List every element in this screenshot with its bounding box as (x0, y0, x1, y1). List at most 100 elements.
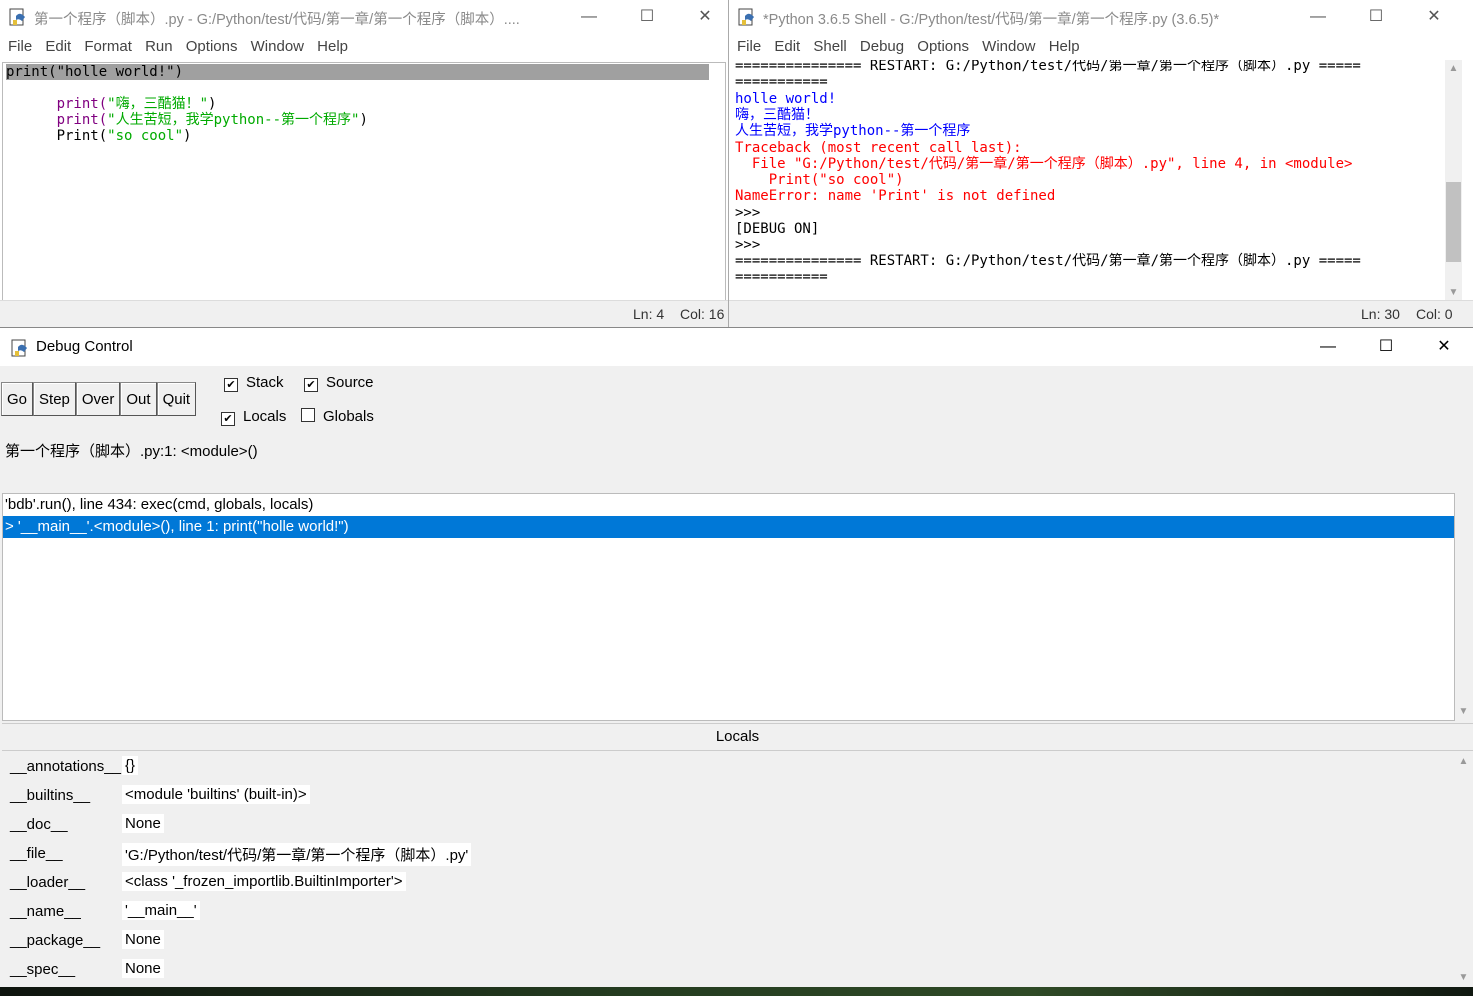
locals-row: __doc__ None (2, 811, 1452, 840)
local-value[interactable]: None (122, 959, 164, 978)
checkmark-icon: ✔ (224, 378, 238, 392)
python-idle-icon (11, 339, 27, 357)
locals-scrollbar[interactable]: ▲ ▼ (1455, 751, 1472, 988)
local-value[interactable]: 'G:/Python/test/代码/第一章/第一个程序（脚本）.py' (122, 843, 472, 866)
local-value[interactable]: None (122, 930, 164, 949)
debug-title: Debug Control (36, 338, 133, 355)
close-icon[interactable]: ✕ (676, 0, 734, 34)
shell-stdout-line: 人生苦短，我学python--第一个程序 (735, 123, 971, 139)
debug-titlebar[interactable]: Debug Control — ☐ ✕ (0, 328, 1473, 366)
shell-rule-line: =========== (735, 74, 828, 90)
local-value[interactable]: '__main__' (122, 901, 200, 920)
menu-options[interactable]: Options (909, 34, 969, 55)
menu-run[interactable]: Run (137, 34, 173, 55)
minimize-icon[interactable]: — (1289, 0, 1347, 34)
stack-frame[interactable]: 'bdb'.run(), line 434: exec(cmd, globals… (3, 494, 1454, 516)
stack-listbox[interactable]: 'bdb'.run(), line 434: exec(cmd, globals… (2, 493, 1455, 721)
editor-window: 第一个程序（脚本）.py - G:/Python/test/代码/第一章/第一个… (0, 0, 729, 327)
stack-scrollbar[interactable]: ▼ (1455, 493, 1472, 721)
local-value[interactable]: <module 'builtins' (built-in)> (122, 785, 310, 804)
close-icon[interactable]: ✕ (1405, 0, 1463, 34)
shell-restart-line: =============== RESTART: G:/Python/test/… (735, 60, 1361, 74)
menu-format[interactable]: Format (76, 34, 132, 55)
shell-rule-line: =========== (735, 269, 828, 285)
menu-edit[interactable]: Edit (37, 34, 71, 55)
line-indicator: Ln: 4 (633, 306, 665, 322)
editor-title: 第一个程序（脚本）.py - G:/Python/test/代码/第一章/第一个… (34, 12, 520, 28)
col-indicator: Col: 0 (1416, 306, 1453, 322)
shell-traceback-line: Traceback (most recent call last): (735, 140, 1022, 156)
shell-traceback-line: Print("so cool") (735, 172, 904, 188)
local-name: __spec__ (10, 961, 76, 978)
shell-traceback-line: File "G:/Python/test/代码/第一章/第一个程序（脚本）.py… (735, 156, 1353, 172)
maximize-icon[interactable]: ☐ (1357, 328, 1415, 366)
menu-options[interactable]: Options (178, 34, 238, 55)
scroll-down-icon[interactable]: ▼ (1455, 969, 1472, 986)
minimize-icon[interactable]: — (560, 0, 618, 34)
step-button[interactable]: Step (33, 382, 76, 416)
local-name: __loader__ (10, 874, 86, 891)
scroll-up-icon[interactable]: ▲ (1445, 60, 1462, 77)
shell-statusbar: Ln: 30 Col: 0 (729, 300, 1473, 327)
desktop-background (0, 987, 1473, 996)
globals-checkbox[interactable]: Globals (301, 408, 374, 425)
menu-help[interactable]: Help (1041, 34, 1080, 55)
menu-file[interactable]: File (729, 34, 761, 55)
stack-checkbox[interactable]: ✔ Stack (224, 374, 284, 392)
shell-menubar: File Edit Shell Debug Options Window Hel… (729, 34, 1473, 60)
over-button[interactable]: Over (75, 382, 121, 416)
local-value[interactable]: {} (122, 756, 139, 775)
local-name: __file__ (10, 845, 63, 862)
scroll-thumb[interactable] (1446, 182, 1461, 262)
stack-frame-selected[interactable]: > '__main__'.<module>(), line 1: print("… (3, 516, 1454, 538)
code-string: "so cool" (107, 128, 184, 145)
shell-prompt: >>> (735, 237, 761, 253)
maximize-icon[interactable]: ☐ (1347, 0, 1405, 34)
shell-window: *Python 3.6.5 Shell - G:/Python/test/代码/… (729, 0, 1473, 327)
globals-checkbox-label: Globals (323, 408, 374, 425)
shell-stdout-line: holle world! (735, 91, 837, 107)
editor-text-area[interactable]: print("holle world!") print("嗨，三酷猫！") pr… (2, 62, 726, 303)
debug-status-text: 第一个程序（脚本）.py:1: <module>() (5, 443, 258, 460)
close-icon[interactable]: ✕ (1415, 328, 1473, 366)
scroll-down-icon[interactable]: ▼ (1455, 703, 1472, 720)
menu-help[interactable]: Help (309, 34, 348, 55)
maximize-icon[interactable]: ☐ (618, 0, 676, 34)
code-name: Print( (56, 128, 108, 145)
menu-shell[interactable]: Shell (805, 34, 846, 55)
shell-restart-line: =============== RESTART: G:/Python/test/… (735, 253, 1361, 269)
editor-titlebar[interactable]: 第一个程序（脚本）.py - G:/Python/test/代码/第一章/第一个… (0, 0, 728, 34)
local-name: __annotations__ (10, 758, 121, 775)
locals-row: __loader__ <class '_frozen_importlib.Bui… (2, 869, 1452, 898)
out-button[interactable]: Out (120, 382, 157, 416)
minimize-icon[interactable]: — (1299, 328, 1357, 366)
menu-window[interactable]: Window (974, 34, 1035, 55)
menu-edit[interactable]: Edit (766, 34, 800, 55)
local-value[interactable]: <class '_frozen_importlib.BuiltinImporte… (122, 872, 406, 891)
local-value[interactable]: None (122, 814, 164, 833)
shell-title: *Python 3.6.5 Shell - G:/Python/test/代码/… (763, 12, 1220, 28)
shell-scrollbar[interactable]: ▲ ▼ (1445, 60, 1462, 301)
locals-checkbox[interactable]: ✔ Locals (221, 408, 286, 426)
shell-titlebar[interactable]: *Python 3.6.5 Shell - G:/Python/test/代码/… (729, 0, 1473, 34)
locals-row: __file__ 'G:/Python/test/代码/第一章/第一个程序（脚本… (2, 840, 1452, 869)
scroll-down-icon[interactable]: ▼ (1445, 284, 1462, 301)
local-name: __doc__ (10, 816, 68, 833)
unchecked-box-icon (301, 408, 315, 422)
source-checkbox[interactable]: ✔ Source (304, 374, 374, 392)
shell-error-line: NameError: name 'Print' is not defined (735, 188, 1056, 204)
shell-prompt: >>> (735, 205, 761, 221)
quit-button[interactable]: Quit (156, 382, 197, 416)
menu-file[interactable]: File (0, 34, 32, 55)
code-line-1: print("holle world!") (6, 64, 709, 81)
shell-output-area[interactable]: =============== RESTART: G:/Python/test/… (731, 60, 1444, 301)
editor-statusbar: Ln: 4 Col: 16 (0, 300, 728, 327)
menu-debug[interactable]: Debug (852, 34, 904, 55)
local-name: __builtins__ (10, 787, 91, 804)
local-name: __package__ (10, 932, 101, 949)
debug-button-bar: Go Step Over Out Quit (1, 382, 197, 416)
menu-window[interactable]: Window (243, 34, 304, 55)
scroll-up-icon[interactable]: ▲ (1455, 753, 1472, 770)
go-button[interactable]: Go (1, 382, 34, 416)
local-name: __name__ (10, 903, 81, 920)
